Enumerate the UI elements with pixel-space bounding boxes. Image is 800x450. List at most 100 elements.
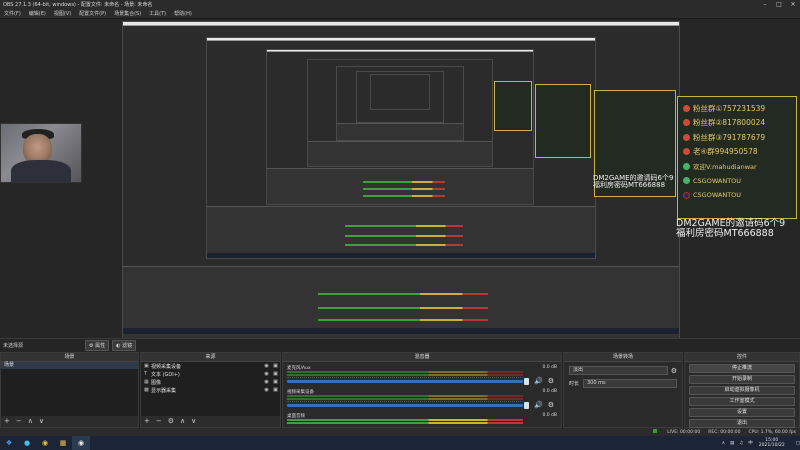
chevron-up-icon[interactable]: ∧ (180, 418, 185, 425)
source-item[interactable]: ▦ 图像 ◉ ▣ (141, 378, 280, 386)
image-icon: ▦ (144, 379, 149, 385)
notification-icon[interactable]: □ (796, 441, 800, 446)
no-source-label: 未选择源 (3, 343, 24, 349)
nested-invite-text-1: DM2GAME的邀请码6个9 福利房密码MT666888 (593, 174, 674, 190)
taskbar: ❖ ● ◉ ▦ ◉ ∧ ▤ ♫ 中 15:00 2021/10/22 □ (0, 436, 800, 450)
stop-streaming-button[interactable]: 停止推流 (689, 364, 795, 373)
volume-slider[interactable] (287, 404, 523, 407)
minimize-icon[interactable]: – (758, 0, 772, 9)
add-icon[interactable]: + (4, 418, 10, 425)
gear-icon[interactable]: ⚙ (671, 367, 677, 375)
lock-icon[interactable]: ▣ (271, 363, 280, 369)
image-viewer-icon[interactable]: ▦ (54, 436, 72, 450)
eye-icon[interactable]: ◉ (262, 387, 271, 393)
wechat-icon (683, 177, 690, 185)
remove-icon[interactable]: − (16, 418, 22, 425)
eye-icon[interactable]: ◉ (262, 379, 271, 385)
chevron-up-icon[interactable]: ∧ (28, 418, 33, 425)
source-item[interactable]: T 文本 (GDI+) ◉ ▣ (141, 370, 280, 378)
sources-toolbar: + − ⚙ ∧ ∨ (141, 416, 280, 427)
menu-tools[interactable]: 工具(T) (145, 10, 170, 17)
live-status: LIVE: 00:00:00 (653, 429, 700, 435)
source-item[interactable]: ▩ 显示器采集 ◉ ▣ (141, 386, 280, 394)
add-icon[interactable]: + (144, 418, 150, 425)
source-toolbar: 未选择源 ⚙ 属性 ◐ 滤镜 (0, 338, 800, 352)
sources-list[interactable]: ▣ 视频采集设备 ◉ ▣ T 文本 (GDI+) ◉ ▣ ▦ 图像 ◉ ▣ ▩ … (141, 362, 280, 416)
transitions-dock: 场景转场 淡出 ⚙ 时长 300 ms (563, 352, 683, 428)
menu-scene-collection[interactable]: 场景集合(S) (110, 10, 145, 17)
game-icon (683, 191, 690, 199)
volume-slider-handle[interactable] (524, 402, 529, 409)
window-titlebar: OBS 27.1.3 (64-bit, windows) - 配置文件: 未命名… (0, 0, 800, 9)
eye-icon[interactable]: ◉ (262, 371, 271, 377)
chevron-down-icon[interactable]: ∨ (39, 418, 44, 425)
level-meter (287, 422, 523, 424)
rec-status: REC: 00:00:00 (708, 429, 741, 435)
transition-type-select[interactable]: 淡出 (569, 366, 668, 375)
menu-help[interactable]: 帮助(H) (170, 10, 196, 17)
exit-button[interactable]: 退出 (689, 419, 795, 428)
volume-slider-handle[interactable] (524, 378, 529, 385)
level-meter (287, 371, 523, 373)
qq-icon (683, 148, 690, 156)
maximize-icon[interactable]: □ (772, 0, 786, 9)
volume-slider[interactable] (287, 380, 523, 383)
text-icon: T (144, 371, 148, 377)
duration-label: 时长 (569, 381, 580, 387)
chevron-up-icon[interactable]: ∧ (722, 441, 725, 446)
windows-start-icon[interactable]: ❖ (0, 436, 18, 450)
chat-row: 老④群994950578 (683, 145, 791, 160)
camera-icon: ▣ (144, 363, 149, 369)
start-recording-button[interactable]: 开始录制 (689, 375, 795, 384)
chrome-icon[interactable]: ◉ (36, 436, 54, 450)
source-item[interactable]: ▣ 视频采集设备 ◉ ▣ (141, 362, 280, 370)
nested-chat-overlay-2 (535, 84, 591, 158)
eye-icon[interactable]: ◉ (262, 363, 271, 369)
menu-view[interactable]: 视图(V) (50, 10, 75, 17)
start-virtual-camera-button[interactable]: 启动虚拟摄像机 (689, 386, 795, 395)
scene-item[interactable]: 场景 (1, 362, 138, 369)
sources-header: 来源 (141, 353, 280, 362)
network-icon[interactable]: ▤ (730, 441, 734, 446)
mixer-channel: 桌面音频 0.0 dB (287, 413, 557, 427)
nested-chat-overlay-3 (494, 81, 532, 131)
system-tray: ∧ ▤ ♫ 中 15:00 2021/10/22 □ (717, 436, 800, 450)
preview-canvas[interactable]: DM2GAME的邀请码6个9 福利房密码MT666888 粉丝群①7572315… (0, 19, 800, 338)
webcam-feed (0, 123, 82, 183)
nested-obs-window-7 (370, 74, 430, 110)
gear-icon[interactable]: ⚙ (168, 418, 174, 425)
properties-button[interactable]: ⚙ 属性 (85, 340, 110, 351)
filters-button[interactable]: ◐ 滤镜 (112, 340, 137, 351)
duration-input[interactable]: 300 ms (583, 379, 677, 388)
chevron-down-icon[interactable]: ∨ (191, 418, 196, 425)
lock-icon[interactable]: ▣ (271, 379, 280, 385)
settings-button[interactable]: 设置 (689, 408, 795, 417)
mixer-dock: 混音器 麦克风/Aux 0.0 dB 🔊 ⚙ 视频采集设备 0.0 dB 🔊 ⚙… (282, 352, 562, 428)
lock-icon[interactable]: ▣ (271, 371, 280, 377)
filter-icon: ◐ (116, 343, 121, 349)
monitor-icon: ▩ (144, 387, 149, 393)
edge-icon[interactable]: ● (18, 436, 36, 450)
gear-icon[interactable]: ⚙ (548, 377, 554, 385)
speaker-icon[interactable]: 🔊 (534, 377, 543, 385)
remove-icon[interactable]: − (156, 418, 162, 425)
input-language[interactable]: 中 (748, 440, 753, 446)
scenes-dock: 场景 场景 + − ∧ ∨ (0, 352, 139, 428)
gear-icon[interactable]: ⚙ (548, 401, 554, 409)
scenes-header: 场景 (1, 353, 138, 362)
speaker-icon[interactable]: ♫ (739, 441, 743, 446)
studio-mode-button[interactable]: 工作室模式 (689, 397, 795, 406)
scenes-list[interactable]: 场景 (1, 362, 138, 416)
transitions-header: 场景转场 (564, 353, 682, 362)
obs-icon[interactable]: ◉ (72, 436, 90, 450)
lock-icon[interactable]: ▣ (271, 387, 280, 393)
qq-icon (683, 133, 690, 141)
clock[interactable]: 15:00 2021/10/22 (759, 438, 785, 448)
speaker-icon[interactable]: 🔊 (534, 401, 543, 409)
scenes-toolbar: + − ∧ ∨ (1, 416, 138, 427)
close-icon[interactable]: ✕ (786, 0, 800, 9)
menu-file[interactable]: 文件(F) (0, 10, 25, 17)
menu-profile[interactable]: 配置文件(P) (75, 10, 110, 17)
menu-edit[interactable]: 编辑(E) (25, 10, 50, 17)
controls-dock: 控件 停止推流 开始录制 启动虚拟摄像机 工作室模式 设置 退出 (684, 352, 800, 428)
